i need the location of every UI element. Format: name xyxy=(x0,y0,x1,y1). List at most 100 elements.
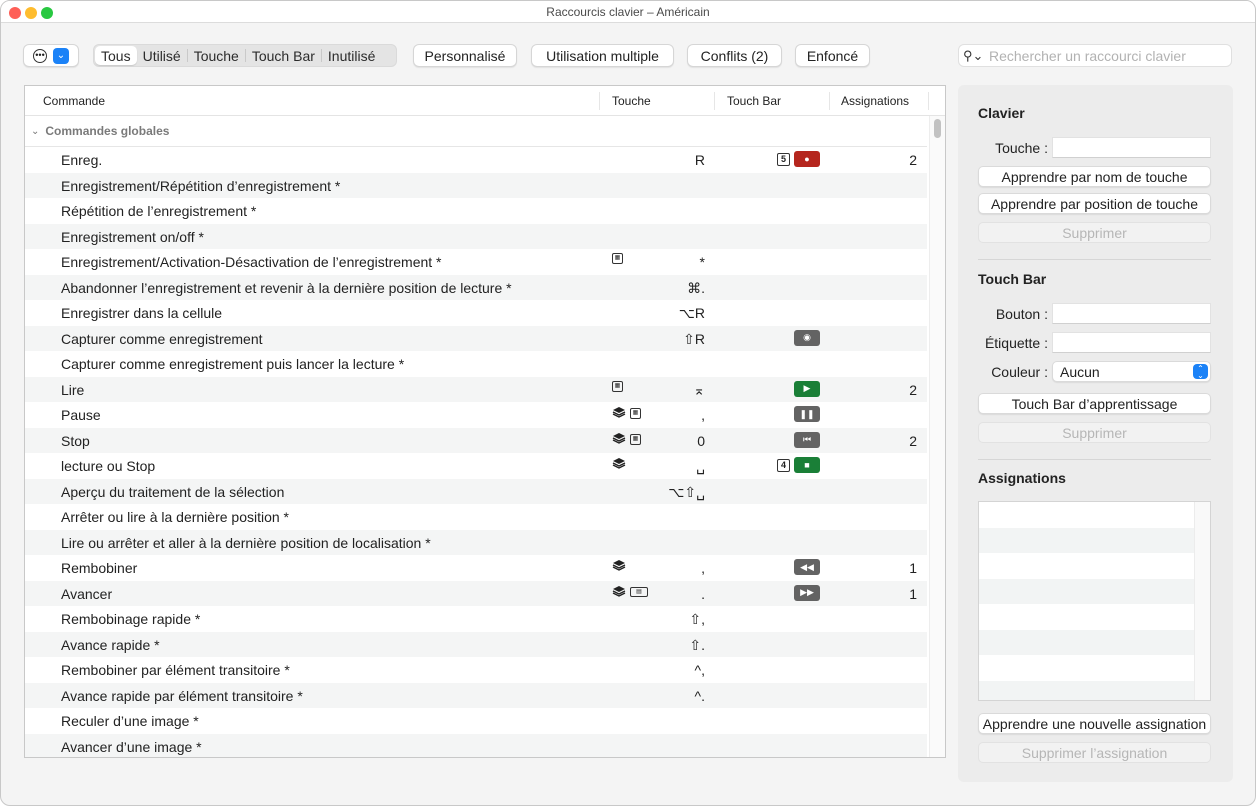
table-row[interactable]: Pause ▦, ❚❚ xyxy=(25,402,927,428)
disclosure-chevron-icon[interactable]: ⌄ xyxy=(31,126,39,137)
column-divider xyxy=(928,92,929,110)
table-row[interactable]: Aperçu du traitement de la sélection ⌥⇧␣ xyxy=(25,478,927,504)
layers-icon xyxy=(612,559,626,574)
color-select[interactable]: Aucun ⌃ ⌄ xyxy=(1052,361,1211,382)
delete-key-button[interactable]: Supprimer xyxy=(978,222,1211,243)
title-bar: Raccourcis clavier – Américain xyxy=(1,1,1255,23)
pressed-filter-button[interactable]: Enfoncé xyxy=(795,44,870,67)
numpad-icon: ▦ xyxy=(630,408,641,419)
column-header-touche[interactable]: Touche xyxy=(612,94,651,108)
learn-by-key-position-button[interactable]: Apprendre par position de touche xyxy=(978,193,1211,214)
search-icon[interactable]: ⚲⌄ xyxy=(963,48,989,64)
assignments-list[interactable] xyxy=(978,501,1211,701)
touchbar-label-input[interactable] xyxy=(1052,332,1211,353)
capture-record-icon: ◉ xyxy=(794,329,820,346)
stop-icon: ■ xyxy=(794,457,820,473)
delete-touchbar-button[interactable]: Supprimer xyxy=(978,422,1211,443)
assignment-count: 2 xyxy=(909,152,917,168)
table-row[interactable]: Enregistrement/Répétition d’enregistreme… xyxy=(25,172,927,198)
filter-tous[interactable]: Tous xyxy=(95,46,137,65)
numpad-icon: ▦ xyxy=(630,433,641,445)
table-row[interactable]: Lire ou arrêter et aller à la dernière p… xyxy=(25,529,927,555)
learn-by-key-name-button[interactable]: Apprendre par nom de touche xyxy=(978,166,1211,187)
shortcuts-table: Commande Touche Touch Bar Assignations ⌄… xyxy=(24,85,946,758)
table-row[interactable]: Rembobiner par élément transitoire * ^, xyxy=(25,657,927,683)
color-label: Couleur : xyxy=(991,364,1048,380)
table-row[interactable]: Rembobiner, ◀◀ 1 xyxy=(25,555,927,581)
assignment-count: 2 xyxy=(909,432,917,449)
table-row[interactable]: Reculer d’une image * xyxy=(25,708,927,734)
column-header-commande[interactable]: Commande xyxy=(43,94,105,108)
pause-icon: ❚❚ xyxy=(794,406,820,422)
table-row[interactable]: Abandonner l’enregistrement et revenir à… xyxy=(25,274,927,300)
table-row[interactable]: Enregistrer dans la cellule ⌥R xyxy=(25,300,927,326)
chevron-down-icon: ⌄ xyxy=(53,47,69,64)
command-name: Répétition de l’enregistrement * xyxy=(61,203,257,219)
touchbar-cell: ❚❚ xyxy=(794,406,820,422)
key-shortcut: , xyxy=(701,407,705,423)
keyboard-shortcuts-window: Raccourcis clavier – Américain ••• ⌄ Tou… xyxy=(0,0,1256,806)
touchbar-button-input[interactable] xyxy=(1052,303,1211,324)
table-row[interactable]: Enreg. R 5 ● 2 xyxy=(25,147,927,173)
table-row[interactable]: lecture ou Stop ␣ 4 ■ xyxy=(25,453,927,479)
up-down-chevron-icon: ⌃ ⌄ xyxy=(1193,364,1208,380)
command-name: Enregistrement/Activation-Désactivation … xyxy=(61,254,442,270)
column-header-touch-bar[interactable]: Touch Bar xyxy=(727,94,781,108)
vertical-scrollbar[interactable] xyxy=(929,116,945,757)
custom-filter-button[interactable]: Personnalisé xyxy=(413,44,517,67)
filter-inutilise[interactable]: Inutilisé xyxy=(322,46,381,65)
learn-touchbar-button[interactable]: Touch Bar d’apprentissage xyxy=(978,393,1211,414)
key-shortcut: ^, xyxy=(694,662,705,678)
assignments-scrollbar[interactable] xyxy=(1194,502,1210,700)
group-row-global-commands[interactable]: ⌄ Commandes globales xyxy=(25,116,927,147)
search-input[interactable] xyxy=(989,47,1229,64)
key-input[interactable] xyxy=(1052,137,1211,158)
table-row[interactable]: Capturer comme enregistrement ⇧R ◉ xyxy=(25,325,927,351)
command-name: Avancer d’une image * xyxy=(61,738,202,755)
list-item xyxy=(979,604,1195,630)
command-name: Rembobiner par élément transitoire * xyxy=(61,662,290,678)
filter-touch-bar[interactable]: Touch Bar xyxy=(246,46,321,65)
command-name: Abandonner l’enregistrement et revenir à… xyxy=(61,279,512,296)
modifier-icons xyxy=(612,559,626,574)
table-row[interactable]: Répétition de l’enregistrement * xyxy=(25,198,927,224)
table-row[interactable]: Avance rapide par élément transitoire * ^… xyxy=(25,682,927,708)
column-header-assignations[interactable]: Assignations xyxy=(841,94,909,108)
button-label: Bouton : xyxy=(995,306,1048,322)
multiple-use-filter-button[interactable]: Utilisation multiple xyxy=(531,44,674,67)
list-item xyxy=(979,680,1195,700)
table-row[interactable]: Capturer comme enregistrement puis lance… xyxy=(25,351,927,377)
delete-assignment-button[interactable]: Supprimer l’assignation xyxy=(978,742,1211,763)
learn-new-assignment-button[interactable]: Apprendre une nouvelle assignation xyxy=(978,713,1211,734)
key-shortcut: 0 xyxy=(697,432,705,449)
table-row[interactable]: Avancer ▤. ▶▶ 1 xyxy=(25,580,927,606)
modifier-icons: ▤ xyxy=(612,585,648,600)
command-name: lecture ou Stop xyxy=(61,458,156,474)
fast-forward-icon: ▶▶ xyxy=(794,584,820,601)
assignment-count: 1 xyxy=(909,585,917,602)
keyboard-icon: ▤ xyxy=(630,587,648,597)
filter-utilise[interactable]: Utilisé xyxy=(137,46,187,65)
table-row[interactable]: Enregistrement on/off * xyxy=(25,223,927,249)
table-row[interactable]: Arrêter ou lire à la dernière position * xyxy=(25,504,927,530)
search-field[interactable]: ⚲⌄ xyxy=(958,44,1232,67)
record-icon: ● xyxy=(794,151,820,167)
touchbar-position-icon: 4 xyxy=(777,458,790,472)
table-row[interactable]: Enregistrement/Activation-Désactivation … xyxy=(25,249,927,275)
key-shortcut: ⇧, xyxy=(689,611,705,627)
action-menu-button[interactable]: ••• ⌄ xyxy=(23,44,79,67)
table-row[interactable]: Rembobinage rapide * ⇧, xyxy=(25,606,927,632)
key-shortcut: ⌅ xyxy=(693,381,705,398)
key-shortcut: ⇧R xyxy=(683,330,705,347)
scrollbar-thumb[interactable] xyxy=(934,119,941,138)
table-row[interactable]: Avancer d’une image * xyxy=(25,733,927,757)
table-row[interactable]: Stop ▦ 0 ⏮ 2 xyxy=(25,427,927,453)
conflicts-filter-button[interactable]: Conflits (2) xyxy=(687,44,782,67)
table-row[interactable]: Avance rapide * ⇧. xyxy=(25,631,927,657)
table-row[interactable]: Lire ▦ ⌅ ▶ 2 xyxy=(25,376,927,402)
command-name: Enregistrement/Répétition d’enregistreme… xyxy=(61,177,341,194)
filter-touche[interactable]: Touche xyxy=(188,46,245,65)
command-name: Avance rapide * xyxy=(61,636,160,653)
command-name: Aperçu du traitement de la sélection xyxy=(61,483,285,500)
layers-icon xyxy=(612,406,626,421)
